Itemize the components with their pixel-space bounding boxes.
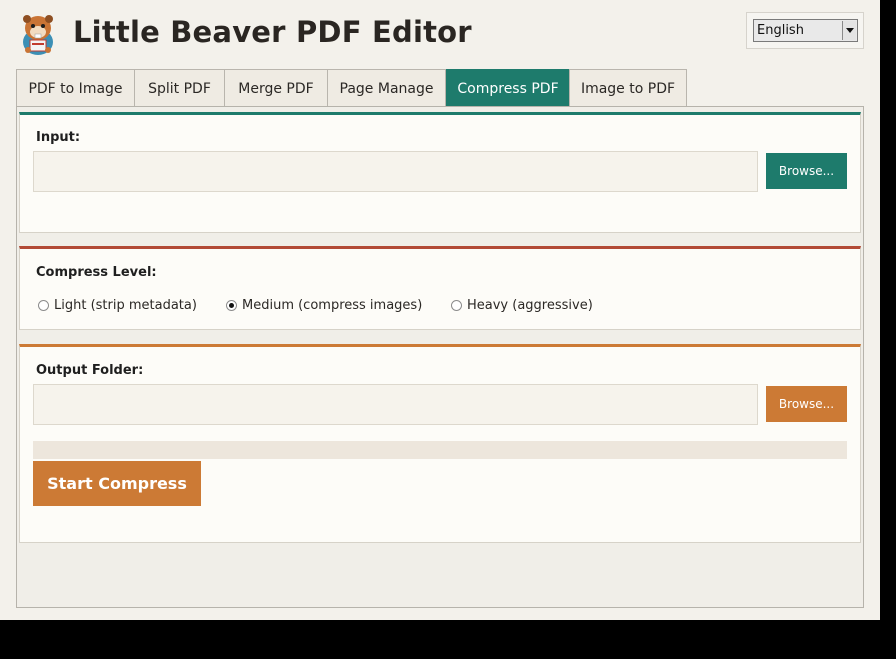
radio-medium-label: Medium (compress images) xyxy=(242,297,423,313)
compress-level-section: Compress Level: Light (strip metadata) M… xyxy=(19,246,861,330)
start-compress-button[interactable]: Start Compress xyxy=(33,461,201,506)
radio-medium-indicator[interactable] xyxy=(226,299,237,311)
language-selector-container: English xyxy=(746,12,864,49)
progress-bar xyxy=(33,441,847,459)
tab-merge-pdf[interactable]: Merge PDF xyxy=(224,69,328,107)
radio-heavy[interactable]: Heavy (aggressive) xyxy=(451,297,593,313)
language-select[interactable]: English xyxy=(753,19,858,42)
output-folder-field[interactable] xyxy=(33,384,758,425)
compress-pdf-panel: Input: Browse... Compress Level: Light (… xyxy=(16,106,864,608)
tab-pdf-to-image[interactable]: PDF to Image xyxy=(16,69,135,107)
input-label: Input: xyxy=(36,130,81,145)
beaver-logo-icon xyxy=(18,12,58,56)
output-folder-label: Output Folder: xyxy=(36,363,144,378)
tab-image-to-pdf[interactable]: Image to PDF xyxy=(569,69,687,107)
radio-light-label: Light (strip metadata) xyxy=(54,297,197,313)
output-section: Output Folder: Browse... Start Compress xyxy=(19,344,861,543)
chevron-down-icon[interactable] xyxy=(842,21,856,40)
app-window: Little Beaver PDF Editor English PDF to … xyxy=(0,0,880,620)
input-file-field[interactable] xyxy=(33,151,758,192)
app-title: Little Beaver PDF Editor xyxy=(73,15,472,49)
input-browse-button[interactable]: Browse... xyxy=(766,153,847,189)
output-browse-button[interactable]: Browse... xyxy=(766,386,847,422)
tab-split-pdf[interactable]: Split PDF xyxy=(134,69,225,107)
radio-light[interactable]: Light (strip metadata) xyxy=(38,297,197,313)
compress-level-label: Compress Level: xyxy=(36,265,157,280)
input-section: Input: Browse... xyxy=(19,112,861,233)
radio-medium[interactable]: Medium (compress images) xyxy=(226,297,422,313)
language-select-value: English xyxy=(757,23,804,38)
tab-page-manage[interactable]: Page Manage xyxy=(327,69,446,107)
radio-light-indicator[interactable] xyxy=(38,299,49,311)
radio-heavy-label: Heavy (aggressive) xyxy=(467,297,593,313)
radio-heavy-indicator[interactable] xyxy=(451,299,462,311)
tab-compress-pdf[interactable]: Compress PDF xyxy=(446,69,570,107)
